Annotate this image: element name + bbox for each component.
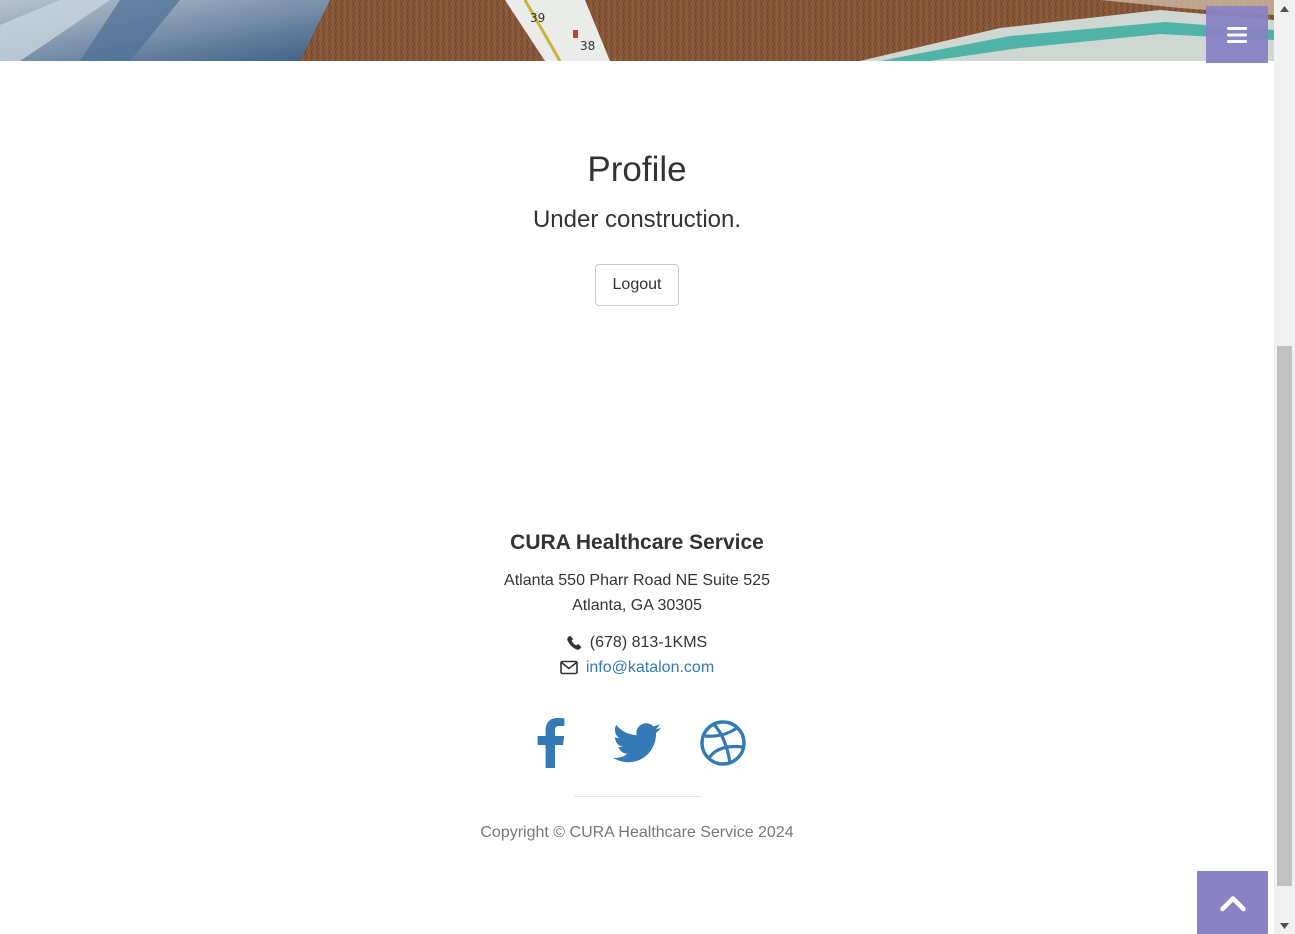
email-line: info@katalon.com bbox=[0, 655, 1274, 680]
scroll-down-arrow-icon[interactable] bbox=[1274, 917, 1295, 934]
facebook-icon bbox=[537, 718, 565, 768]
phone-line: (678) 813-1KMS bbox=[0, 630, 1274, 655]
address-line-2: Atlanta, GA 30305 bbox=[572, 597, 702, 614]
address-line-1: Atlanta 550 Pharr Road NE Suite 525 bbox=[504, 572, 770, 589]
phone-icon bbox=[567, 635, 581, 650]
dribbble-link[interactable] bbox=[699, 715, 747, 771]
page-subtitle: Under construction. bbox=[532, 206, 742, 233]
footer-company-name: CURA Healthcare Service bbox=[510, 531, 764, 554]
svg-text:39: 39 bbox=[530, 11, 545, 25]
phone-number: (678) 813-1KMS bbox=[589, 634, 708, 651]
scroll-up-arrow-icon[interactable] bbox=[1274, 0, 1295, 17]
scrollbar-thumb[interactable] bbox=[1277, 346, 1292, 886]
menu-toggle-button[interactable] bbox=[1206, 6, 1268, 63]
facebook-link[interactable] bbox=[527, 715, 575, 771]
back-to-top-button[interactable] bbox=[1197, 871, 1268, 934]
logout-button[interactable]: Logout bbox=[595, 264, 679, 306]
vertical-scrollbar[interactable] bbox=[1274, 0, 1295, 934]
dribbble-icon bbox=[700, 720, 746, 766]
social-links bbox=[0, 715, 1274, 771]
svg-text:38: 38 bbox=[580, 39, 595, 53]
page-title: Profile bbox=[587, 150, 687, 189]
hamburger-icon bbox=[1227, 26, 1247, 43]
copyright: Copyright © CURA Healthcare Service 2024 bbox=[480, 824, 794, 841]
chevron-up-icon bbox=[1219, 895, 1246, 911]
header-banner-image: 39 38 bbox=[0, 0, 1274, 61]
footer-address: Atlanta 550 Pharr Road NE Suite 525 Atla… bbox=[0, 568, 1274, 618]
twitter-icon bbox=[613, 723, 661, 763]
page: 39 38 Profile Under construction. Logout… bbox=[0, 0, 1295, 934]
email-link[interactable]: info@katalon.com bbox=[586, 655, 714, 680]
envelope-icon bbox=[560, 660, 578, 675]
footer-divider bbox=[574, 796, 701, 797]
twitter-link[interactable] bbox=[613, 715, 661, 771]
footer-contacts: (678) 813-1KMS info@katalon.com bbox=[0, 630, 1274, 680]
